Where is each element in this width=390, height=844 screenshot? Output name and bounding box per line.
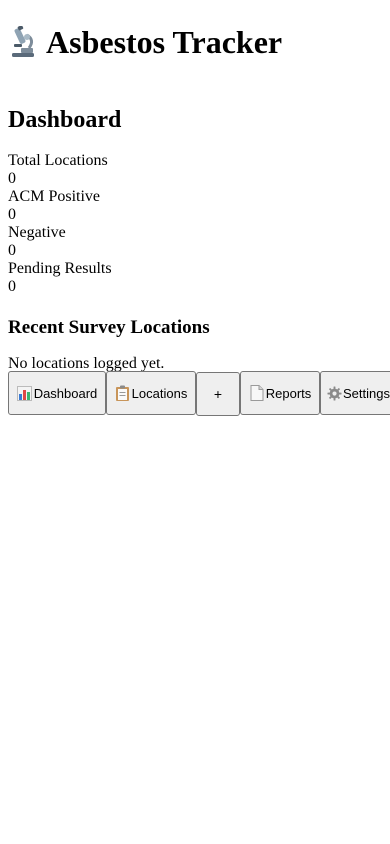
app-title: Asbestos Tracker [8, 0, 382, 64]
stat-value: 0 [8, 278, 16, 295]
stat-negative: Negative 0 [8, 224, 382, 260]
plus-icon: + [213, 386, 223, 402]
stat-label: Total Locations [8, 152, 108, 169]
nav-reports-button[interactable]: Reports [240, 371, 320, 415]
app-title-text: Asbestos Tracker [46, 24, 283, 60]
bottom-nav: Dashboard Locations + Reports Settings [8, 370, 390, 416]
nav-dashboard-button[interactable]: Dashboard [8, 371, 106, 415]
stat-total-locations: Total Locations 0 [8, 152, 382, 188]
stat-acm-positive: ACM Positive 0 [8, 188, 382, 224]
nav-dashboard-label: Dashboard [33, 385, 98, 401]
stat-value: 0 [8, 206, 16, 223]
stat-value: 0 [8, 170, 16, 187]
stat-label: ACM Positive [8, 188, 101, 205]
stat-value: 0 [8, 242, 16, 259]
document-icon [249, 385, 265, 401]
nav-reports-label: Reports [265, 385, 312, 401]
nav-settings-button[interactable]: Settings [320, 371, 390, 415]
page-title: Dashboard [8, 107, 122, 133]
recent-locations-title: Recent Survey Locations [8, 317, 210, 338]
nav-settings-label: Settings [343, 385, 390, 401]
app-container: Asbestos Tracker Dashboard Total Locatio… [0, 0, 390, 373]
stat-pending-results: Pending Results 0 [8, 260, 382, 296]
add-location-button[interactable]: + [196, 372, 240, 416]
microscope-icon [8, 25, 38, 59]
nav-locations-label: Locations [131, 385, 188, 401]
clipboard-icon [115, 385, 131, 401]
stats-summary: Total Locations 0 ACM Positive 0 Negativ… [8, 152, 382, 296]
gear-icon [327, 385, 342, 401]
bar-chart-icon [17, 385, 33, 401]
stat-label: Negative [8, 224, 66, 241]
stat-label: Pending Results [8, 260, 112, 277]
nav-locations-button[interactable]: Locations [106, 371, 196, 415]
